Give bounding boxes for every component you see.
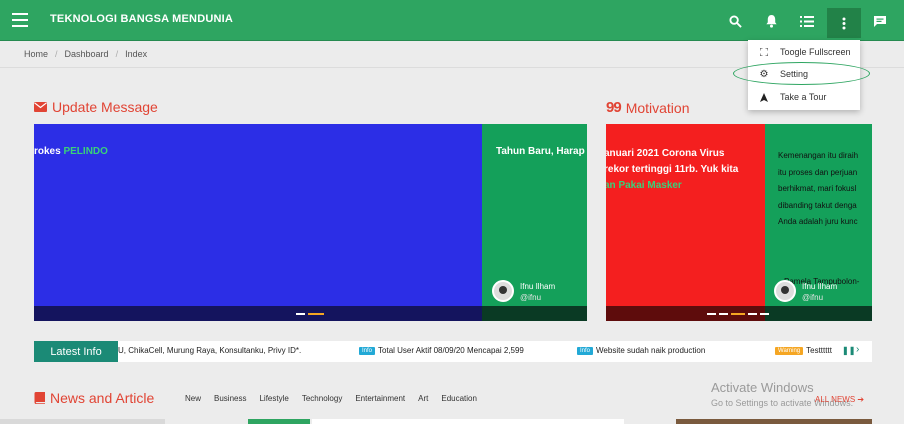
breadcrumb-dashboard[interactable]: Dashboard: [65, 49, 109, 59]
author-block: Ifnu Ilham @ifnu: [492, 280, 555, 302]
news-heading: News and Article: [34, 390, 154, 406]
search-icon[interactable]: [722, 8, 748, 34]
menu-item-fullscreen[interactable]: Toogle Fullscreen: [748, 41, 860, 63]
envelope-icon: [34, 102, 47, 112]
author-handle: @ifnu: [520, 292, 542, 302]
list-icon[interactable]: [794, 8, 820, 34]
carousel-dot-active[interactable]: [308, 313, 324, 315]
ticker-item[interactable]: Info Total User Aktif 08/09/20 Mencapai …: [359, 346, 524, 355]
news-title: News and Article: [50, 390, 155, 406]
avatar: [492, 280, 514, 302]
slide-text-highlight: PELINDO: [63, 146, 108, 157]
carousel-indicators[interactable]: [296, 313, 324, 315]
carousel-dot[interactable]: [707, 313, 716, 315]
latest-info-label[interactable]: Latest Info: [34, 341, 118, 362]
ticker-item[interactable]: Info Website sudah naik production: [577, 346, 705, 355]
slide-text: anuari 2021 Corona Virus rekor tertinggi…: [606, 146, 738, 194]
news-tabs: New Business Lifestyle Technology Entert…: [185, 394, 477, 403]
info-tag: Info: [577, 346, 594, 355]
carousel-footer-right: [765, 306, 872, 321]
slide-line: rekor tertinggi 11rb. Yuk kita: [606, 164, 739, 175]
author-block: Ifnu Ilham @ifnu: [774, 280, 837, 302]
author-name: Ifnu Ilham: [520, 281, 556, 291]
all-news-label: ALL NEWS: [815, 395, 856, 404]
carousel-footer-right: [482, 306, 587, 321]
motivation-heading: 99 Motivation: [606, 99, 690, 116]
top-navbar: TEKNOLOGI BANGSA MENDUNIA: [0, 0, 904, 41]
tab-business[interactable]: Business: [214, 394, 246, 403]
quote-line: Anda adalah juru kunc: [778, 217, 858, 226]
ticker-text: Total User Aktif 08/09/20 Mencapai 2,599: [378, 346, 524, 355]
carousel-indicators[interactable]: [707, 313, 769, 315]
quote-line: itu proses dan perjuan: [778, 167, 858, 177]
latest-info-bar: Latest Info U, ChikaCell, Murung Raya, K…: [34, 341, 872, 362]
breadcrumb-separator: /: [55, 49, 58, 59]
tab-technology[interactable]: Technology: [302, 394, 342, 403]
motivation-title: Motivation: [625, 99, 690, 116]
hamburger-icon[interactable]: [12, 13, 28, 27]
all-news-link[interactable]: ALL NEWS ➔: [815, 395, 864, 404]
avatar: [774, 280, 796, 302]
tab-new[interactable]: New: [185, 394, 201, 403]
breadcrumb: Home / Dashboard / Index: [24, 49, 147, 59]
ticker-item[interactable]: Warning Testttttt: [775, 346, 832, 355]
app-title: TEKNOLOGI BANGSA MENDUNIA: [50, 13, 234, 25]
author-name: Ifnu Ilham: [802, 281, 838, 291]
info-tag: Info: [359, 346, 376, 355]
carousel-dot[interactable]: [760, 313, 769, 315]
slide-line: anuari 2021 Corona Virus: [606, 148, 725, 159]
menu-item-label: Toogle Fullscreen: [780, 47, 851, 57]
chevron-right-icon[interactable]: ›: [856, 344, 859, 355]
slide-text: rokes PELINDO: [34, 146, 108, 157]
slide-title: Tahun Baru, Harap: [496, 146, 585, 157]
carousel-dot[interactable]: [719, 313, 728, 315]
ticker-item[interactable]: U, ChikaCell, Murung Raya, Konsultanku, …: [118, 346, 301, 355]
slide-text-highlight: an Pakai Masker: [606, 180, 682, 191]
quote-line: dibanding takut denga: [778, 200, 857, 210]
ticker-text: U, ChikaCell, Murung Raya, Konsultanku, …: [118, 346, 302, 355]
quote-icon: 99: [606, 99, 622, 116]
quote-line: Kemenangan itu diraih: [778, 151, 859, 160]
book-icon: [34, 392, 45, 404]
breadcrumb-index: Index: [125, 49, 148, 59]
ticker-text: Website sudah naik production: [596, 346, 706, 355]
slide-text-main: rokes: [34, 146, 64, 157]
tab-lifestyle[interactable]: Lifestyle: [259, 394, 288, 403]
carousel-dot-active[interactable]: [731, 313, 745, 315]
quote-text: Kemenangan itu diraih itu proses dan per…: [778, 148, 858, 231]
highlight-ring: [733, 62, 870, 85]
quote-line: berhikmat, mari fokusl: [778, 184, 857, 193]
menu-item-label: Take a Tour: [780, 92, 827, 102]
navigation-icon: [752, 92, 776, 102]
tab-art[interactable]: Art: [418, 394, 428, 403]
update-message-title: Update Message: [52, 99, 158, 115]
bell-icon[interactable]: [758, 8, 784, 34]
message-icon[interactable]: [867, 8, 893, 34]
fullscreen-icon: [752, 48, 776, 56]
news-card-thumb: [248, 419, 310, 424]
update-message-carousel[interactable]: rokes PELINDO Tahun Baru, Harap Ifnu Ilh…: [34, 124, 587, 321]
ticker-text: Testttttt: [806, 346, 832, 355]
update-message-heading: Update Message: [34, 99, 158, 115]
pause-icon[interactable]: ❚❚: [842, 346, 855, 355]
tab-education[interactable]: Education: [441, 394, 477, 403]
breadcrumb-separator: /: [115, 49, 119, 59]
windows-watermark: Activate Windows: [711, 380, 814, 395]
author-handle: @ifnu: [802, 292, 824, 302]
tab-entertainment[interactable]: Entertainment: [355, 394, 405, 403]
news-card-thumb: [0, 419, 165, 424]
arrow-right-icon: ➔: [857, 395, 865, 404]
breadcrumb-home[interactable]: Home: [24, 49, 48, 59]
news-card-thumb: [312, 419, 624, 424]
menu-item-tour[interactable]: Take a Tour: [748, 86, 860, 108]
more-vertical-icon[interactable]: [827, 8, 861, 38]
carousel-dot[interactable]: [748, 313, 757, 315]
carousel-dot[interactable]: [296, 313, 305, 315]
news-card-thumb: [676, 419, 872, 424]
motivation-carousel[interactable]: anuari 2021 Corona Virus rekor tertinggi…: [606, 124, 872, 321]
warning-tag: Warning: [775, 346, 804, 355]
